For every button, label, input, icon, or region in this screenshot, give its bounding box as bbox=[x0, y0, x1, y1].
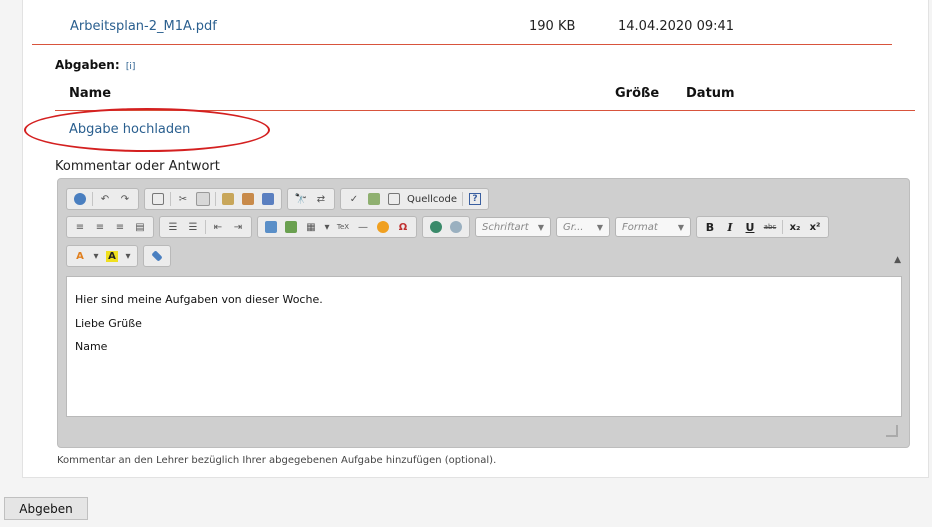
source-icon[interactable] bbox=[386, 191, 402, 207]
maximize-icon[interactable] bbox=[72, 191, 88, 207]
chevron-down-icon: ▼ bbox=[537, 222, 544, 232]
toolbar-group-align: ≡ ≡ ≡ ▤ bbox=[66, 216, 154, 238]
replace-icon[interactable]: ⇄ bbox=[313, 191, 329, 207]
resize-handle-icon[interactable] bbox=[886, 425, 898, 437]
undo-icon[interactable]: ↶ bbox=[97, 191, 113, 207]
paste-text-icon[interactable] bbox=[240, 191, 256, 207]
file-link[interactable]: Arbeitsplan-2_M1A.pdf bbox=[70, 19, 217, 34]
redo-icon[interactable]: ↷ bbox=[117, 191, 133, 207]
align-center-icon[interactable]: ≡ bbox=[92, 219, 108, 235]
comment-label: Kommentar oder Antwort bbox=[55, 159, 220, 174]
underline-button[interactable]: U bbox=[742, 219, 758, 235]
text-color-dropdown-icon[interactable]: ▾ bbox=[92, 248, 100, 264]
separator bbox=[92, 192, 93, 206]
remove-format-icon[interactable] bbox=[149, 248, 165, 264]
submissions-heading-label: Abgaben: bbox=[55, 58, 120, 72]
collapse-toolbar-icon[interactable]: ▲ bbox=[894, 255, 901, 265]
toolbar-group-colors: A ▾ A ▾ bbox=[66, 245, 138, 267]
text-color-icon[interactable]: A bbox=[72, 248, 88, 264]
subscript-button[interactable]: x₂ bbox=[787, 219, 803, 235]
numbered-list-icon[interactable]: ☰ bbox=[165, 219, 181, 235]
select-all-icon[interactable] bbox=[150, 191, 166, 207]
smiley-icon[interactable] bbox=[375, 219, 391, 235]
file-date: 14.04.2020 09:41 bbox=[618, 19, 735, 34]
toolbar-group-lists: ☰ ☰ ⇤ ⇥ bbox=[159, 216, 252, 238]
font-family-select[interactable]: Schriftart ▼ bbox=[475, 217, 551, 237]
spellcheck-icon[interactable]: ✓ bbox=[346, 191, 362, 207]
separator bbox=[462, 192, 464, 206]
file-row: Arbeitsplan-2_M1A.pdf 190 KB 14.04.2020 … bbox=[32, 0, 892, 45]
toolbar-row-1: ↶ ↷ ✂ 🔭 ⇄ ✓ Quellcode ? bbox=[66, 188, 494, 210]
background-color-icon[interactable]: A bbox=[104, 248, 120, 264]
indent-icon[interactable]: ⇥ bbox=[230, 219, 246, 235]
outdent-icon[interactable]: ⇤ bbox=[210, 219, 226, 235]
font-family-placeholder: Schriftart bbox=[482, 221, 529, 233]
format-placeholder: Format bbox=[622, 221, 658, 233]
toolbar-group-insert: ▦ ▾ TeX — Ω bbox=[257, 216, 417, 238]
toolbar-group-find: 🔭 ⇄ bbox=[287, 188, 335, 210]
info-link[interactable]: [i] bbox=[126, 62, 136, 72]
bold-button[interactable]: B bbox=[702, 219, 718, 235]
paste-word-icon[interactable] bbox=[260, 191, 276, 207]
table-dropdown-icon[interactable]: ▾ bbox=[323, 219, 331, 235]
toolbar-group-clipboard: ✂ bbox=[144, 188, 282, 210]
help-label: ? bbox=[469, 193, 481, 205]
copy-icon[interactable] bbox=[195, 191, 211, 207]
toolbar-group-links bbox=[422, 216, 470, 238]
preview-icon[interactable] bbox=[366, 191, 382, 207]
toolbar-group-maximize: ↶ ↷ bbox=[66, 188, 139, 210]
unlink-icon[interactable] bbox=[448, 219, 464, 235]
tex-icon[interactable]: TeX bbox=[335, 219, 351, 235]
rich-text-editor: ↶ ↷ ✂ 🔭 ⇄ ✓ Quellcode ? ≡ ≡ ≡ ▤ ☰ ☰ ⇤ ⇥ … bbox=[57, 178, 910, 448]
content-line: Hier sind meine Aufgaben von dieser Woch… bbox=[75, 293, 323, 306]
strikethrough-button[interactable]: abc bbox=[762, 219, 778, 235]
submit-button[interactable]: Abgeben bbox=[4, 497, 88, 520]
superscript-button[interactable]: x² bbox=[807, 219, 823, 235]
separator bbox=[782, 220, 783, 234]
special-char-icon[interactable]: Ω bbox=[395, 219, 411, 235]
table-icon[interactable]: ▦ bbox=[303, 219, 319, 235]
media-icon[interactable] bbox=[283, 219, 299, 235]
comment-hint: Kommentar an den Lehrer bezüglich Ihrer … bbox=[57, 455, 497, 466]
font-size-placeholder: Gr... bbox=[563, 221, 584, 233]
submissions-heading: Abgaben: [i] bbox=[55, 58, 135, 72]
font-size-select[interactable]: Gr... ▼ bbox=[556, 217, 610, 237]
content-line: Liebe Grüße bbox=[75, 317, 142, 330]
separator bbox=[170, 192, 171, 206]
content-line: Name bbox=[75, 340, 108, 353]
toolbar-group-styles: B I U abc x₂ x² bbox=[696, 216, 829, 238]
file-size: 190 KB bbox=[529, 19, 576, 34]
toolbar-row-2: ≡ ≡ ≡ ▤ ☰ ☰ ⇤ ⇥ ▦ ▾ TeX — Ω Schriftart ▼… bbox=[66, 216, 834, 238]
italic-button[interactable]: I bbox=[722, 219, 738, 235]
find-icon[interactable]: 🔭 bbox=[293, 191, 309, 207]
image-icon[interactable] bbox=[263, 219, 279, 235]
align-left-icon[interactable]: ≡ bbox=[72, 219, 88, 235]
help-icon[interactable]: ? bbox=[467, 191, 483, 207]
format-select[interactable]: Format ▼ bbox=[615, 217, 691, 237]
editor-content[interactable]: Hier sind meine Aufgaben von dieser Woch… bbox=[66, 276, 902, 417]
bulleted-list-icon[interactable]: ☰ bbox=[185, 219, 201, 235]
chevron-down-icon: ▼ bbox=[677, 222, 684, 232]
separator bbox=[215, 192, 216, 206]
column-header-date: Datum bbox=[686, 86, 735, 101]
chevron-down-icon: ▼ bbox=[596, 222, 603, 232]
toolbar-group-source: ✓ Quellcode ? bbox=[340, 188, 490, 210]
background-color-dropdown-icon[interactable]: ▾ bbox=[124, 248, 132, 264]
cut-icon[interactable]: ✂ bbox=[175, 191, 191, 207]
column-header-name: Name bbox=[69, 86, 112, 101]
source-button-label[interactable]: Quellcode bbox=[407, 194, 457, 205]
column-header-size: Größe bbox=[615, 86, 660, 101]
toolbar-row-3: A ▾ A ▾ bbox=[66, 245, 176, 267]
align-right-icon[interactable]: ≡ bbox=[112, 219, 128, 235]
horizontal-line-icon[interactable]: — bbox=[355, 219, 371, 235]
paste-icon[interactable] bbox=[220, 191, 236, 207]
editor-statusbar bbox=[66, 419, 902, 441]
link-icon[interactable] bbox=[428, 219, 444, 235]
highlight-ellipse bbox=[24, 108, 270, 152]
submissions-table-header: Name Größe Datum bbox=[55, 76, 915, 111]
separator bbox=[205, 220, 206, 234]
toolbar-group-clear bbox=[143, 245, 171, 267]
align-justify-icon[interactable]: ▤ bbox=[132, 219, 148, 235]
